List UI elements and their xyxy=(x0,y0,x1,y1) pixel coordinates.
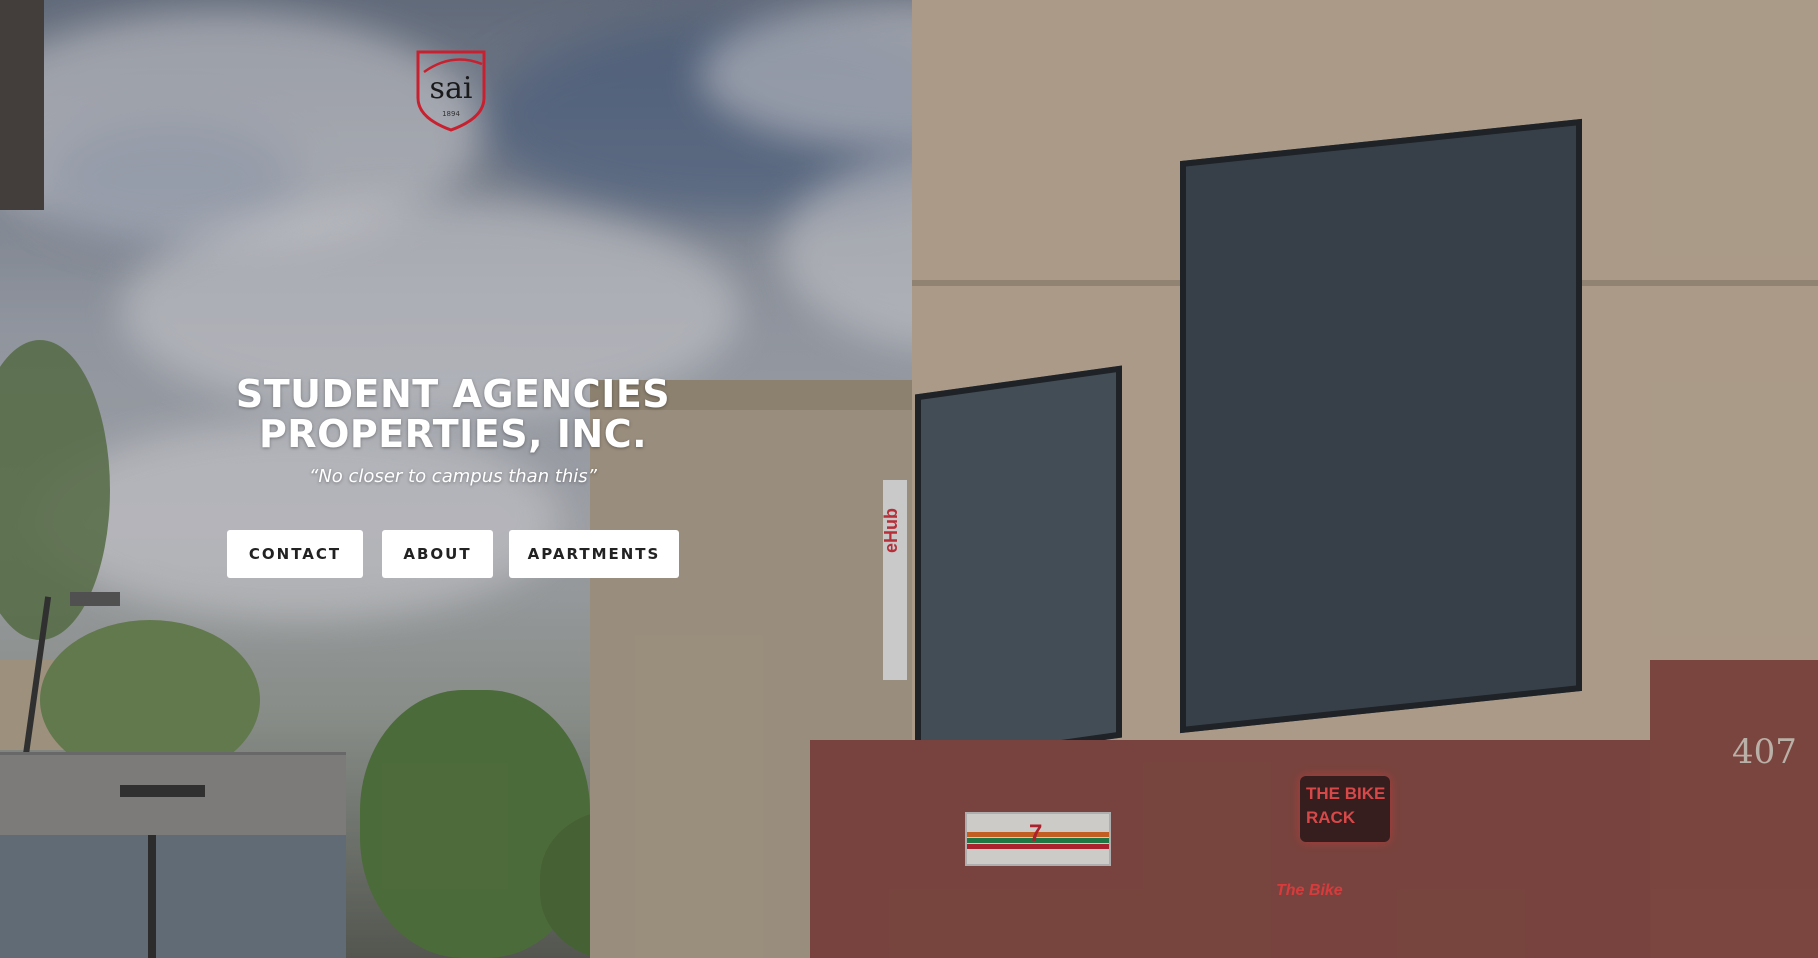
about-button[interactable]: ABOUT xyxy=(382,530,493,578)
page-title: STUDENT AGENCIES PROPERTIES, INC. xyxy=(235,372,671,456)
apartments-button[interactable]: APARTMENTS xyxy=(509,530,679,578)
logo-monogram: sai xyxy=(430,71,473,106)
sai-logo[interactable]: sai 1894 xyxy=(412,46,490,132)
sai-crest-icon: sai 1894 xyxy=(416,50,486,132)
page-tagline: “No closer to campus than this” xyxy=(309,466,597,487)
contact-button[interactable]: CONTACT xyxy=(227,530,363,578)
logo-year: 1894 xyxy=(442,110,460,118)
